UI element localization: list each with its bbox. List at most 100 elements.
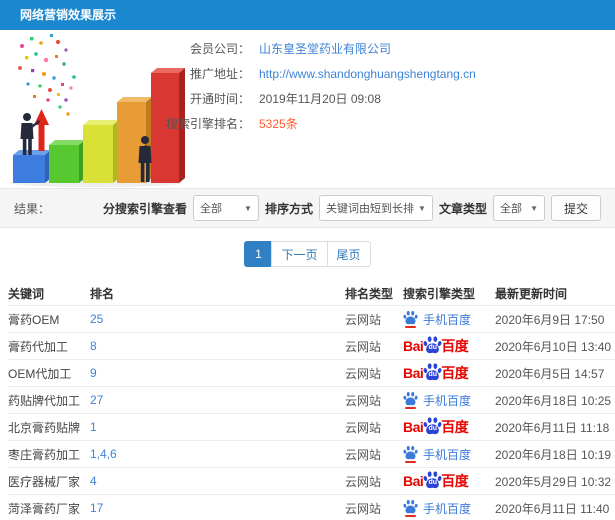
baidu-suffix-text: 百度 xyxy=(441,473,469,489)
update-time-cell: 2020年6月18日 10:25 xyxy=(495,393,612,408)
promo-url-link[interactable]: http://www.shandonghuangshengtang.cn xyxy=(259,67,476,81)
rank-link[interactable]: 4 xyxy=(90,474,97,488)
engine-type-cell: 手机百度 xyxy=(403,310,495,328)
keyword-cell: 北京膏药贴牌 xyxy=(8,420,81,435)
rank-type-cell: 云网站 xyxy=(345,474,382,489)
col-header-engine-type: 搜索引擎类型 xyxy=(403,286,476,301)
update-time-cell: 2020年6月11日 11:18 xyxy=(495,420,610,435)
baidu-bai-text: Bai xyxy=(403,338,424,354)
growth-arrow-icon xyxy=(34,109,49,151)
engine-type-cell: Bai du 百度 xyxy=(403,470,495,491)
update-time-cell: 2020年5月29日 10:32 xyxy=(495,474,612,489)
baidu-paw-icon xyxy=(403,499,418,517)
promo-url-row: 推广地址： http://www.shandonghuangshengtang.… xyxy=(132,61,615,86)
rank-type-cell: 云网站 xyxy=(345,366,382,381)
chevron-down-icon: ▼ xyxy=(418,203,426,213)
red-underline xyxy=(405,326,416,328)
baidu-paw-icon: du xyxy=(423,416,442,435)
table-row: 膏药OEM 25 云网站 手机百度 2020年6月9日 17:50 xyxy=(8,305,615,332)
baidu-paw-icon: du xyxy=(423,470,442,489)
baidu-du-text: du xyxy=(428,370,438,378)
table-row: 医疗器械厂家 4 云网站 Bai du 百度 2020年5月29日 10:32 xyxy=(8,467,615,494)
next-page-button[interactable]: 下一页 xyxy=(271,241,328,267)
article-type-select[interactable]: 全部 ▼ xyxy=(492,195,545,221)
ranking-count-label: 搜索引擎排名： xyxy=(165,117,250,131)
mobile-baidu-badge: 手机百度 xyxy=(403,445,471,463)
update-time-cell: 2020年6月10日 13:40 xyxy=(495,339,612,354)
rank-cell: 1,4,6 xyxy=(90,447,345,461)
bar-blue xyxy=(13,150,51,183)
baidu-pc-badge: Bai du 百度 xyxy=(403,335,469,356)
baidu-suffix-text: 百度 xyxy=(441,365,469,381)
member-company-link[interactable]: 山东皇圣堂药业有限公司 xyxy=(259,42,391,56)
engine-view-select[interactable]: 全部 ▼ xyxy=(192,195,259,221)
article-type-label: 文章类型 xyxy=(438,201,487,216)
open-time-label: 开通时间： xyxy=(189,92,250,106)
page-1-button[interactable]: 1 xyxy=(244,241,273,267)
open-time-value: 2019年11月20日 09:08 xyxy=(259,92,381,106)
rank-cell: 27 xyxy=(90,393,345,407)
rank-type-cell: 云网站 xyxy=(345,312,382,327)
rank-link[interactable]: 1,4,6 xyxy=(90,447,117,461)
baidu-suffix-text: 百度 xyxy=(441,419,469,435)
pagination: 1 下一页 尾页 xyxy=(0,228,615,281)
baidu-bai-text: Bai xyxy=(403,473,424,489)
rank-link[interactable]: 17 xyxy=(90,501,103,515)
mobile-baidu-label: 手机百度 xyxy=(423,447,472,462)
keyword-cell: 膏药代加工 xyxy=(8,339,69,354)
update-time-cell: 2020年6月11日 11:40 xyxy=(495,501,610,516)
submit-button[interactable]: 提交 xyxy=(550,195,601,221)
marketing-report-page: 网络营销效果展示 会员公司： 山东皇圣堂药业有限公司 推广地址： http://… xyxy=(0,0,615,520)
table-header-row: 关键词 排名 排名类型 搜索引擎类型 最新更新时间 xyxy=(8,281,615,305)
col-header-keyword: 关键词 xyxy=(8,286,45,301)
sort-select[interactable]: 关键词由短到长排序 ▼ xyxy=(318,195,433,221)
keyword-cell: 枣庄膏药加工 xyxy=(8,447,81,462)
rank-cell: 17 xyxy=(90,501,345,515)
red-underline xyxy=(405,515,416,517)
ranking-count-row: 搜索引擎排名： 5325条 xyxy=(132,111,615,136)
engine-type-cell: 手机百度 xyxy=(403,499,495,517)
last-page-button[interactable]: 尾页 xyxy=(326,241,371,267)
confetti-dots xyxy=(18,34,76,116)
engine-type-cell: 手机百度 xyxy=(403,445,495,463)
open-time-row: 开通时间： 2019年11月20日 09:08 xyxy=(132,86,615,111)
results-label: 结果： xyxy=(14,201,51,216)
rank-cell: 9 xyxy=(90,366,345,380)
rank-type-cell: 云网站 xyxy=(345,447,382,462)
baidu-suffix-text: 百度 xyxy=(441,338,469,354)
rank-link[interactable]: 9 xyxy=(90,366,97,380)
keyword-ranking-table: 关键词 排名 排名类型 搜索引擎类型 最新更新时间 膏药OEM 25 云网站 手… xyxy=(0,281,615,520)
table-row: 北京膏药贴牌 1 云网站 Bai du 百度 2020年6月11日 11:18 xyxy=(8,413,615,440)
page-header: 网络营销效果展示 xyxy=(0,0,615,30)
mobile-baidu-label: 手机百度 xyxy=(423,501,472,516)
rank-link[interactable]: 1 xyxy=(90,420,97,434)
engine-view-label: 分搜索引擎查看 xyxy=(102,201,187,216)
rank-cell: 8 xyxy=(90,339,345,353)
member-company-label: 会员公司： xyxy=(189,42,250,56)
rank-cell: 25 xyxy=(90,312,345,326)
rank-link[interactable]: 25 xyxy=(90,312,103,326)
col-header-rank: 排名 xyxy=(90,286,115,301)
red-underline xyxy=(405,407,416,409)
update-time-cell: 2020年6月9日 17:50 xyxy=(495,312,605,327)
chevron-down-icon: ▼ xyxy=(244,203,252,213)
baidu-paw-icon: du xyxy=(423,362,442,381)
keyword-cell: 医疗器械厂家 xyxy=(8,474,81,489)
company-info: 会员公司： 山东皇圣堂药业有限公司 推广地址： http://www.shand… xyxy=(132,36,615,136)
page-title: 网络营销效果展示 xyxy=(20,8,117,22)
update-time-cell: 2020年6月18日 10:19 xyxy=(495,447,612,462)
bar-green xyxy=(49,140,85,183)
table-row: 药贴牌代加工 27 云网站 手机百度 2020年6月18日 10:25 xyxy=(8,386,615,413)
rank-link[interactable]: 27 xyxy=(90,393,103,407)
baidu-paw-icon xyxy=(403,391,418,409)
engine-type-cell: Bai du 百度 xyxy=(403,335,495,356)
baidu-pc-badge: Bai du 百度 xyxy=(403,362,469,383)
bar-yellow xyxy=(83,120,119,183)
baidu-bai-text: Bai xyxy=(403,365,424,381)
table-row: 枣庄膏药加工 1,4,6 云网站 手机百度 2020年6月18日 10:19 xyxy=(8,440,615,467)
baidu-paw-icon: du xyxy=(423,335,442,354)
red-underline xyxy=(405,461,416,463)
rank-type-cell: 云网站 xyxy=(345,420,382,435)
rank-link[interactable]: 8 xyxy=(90,339,97,353)
table-row: 膏药代加工 8 云网站 Bai du 百度 2020年6月10日 13:40 xyxy=(8,332,615,359)
